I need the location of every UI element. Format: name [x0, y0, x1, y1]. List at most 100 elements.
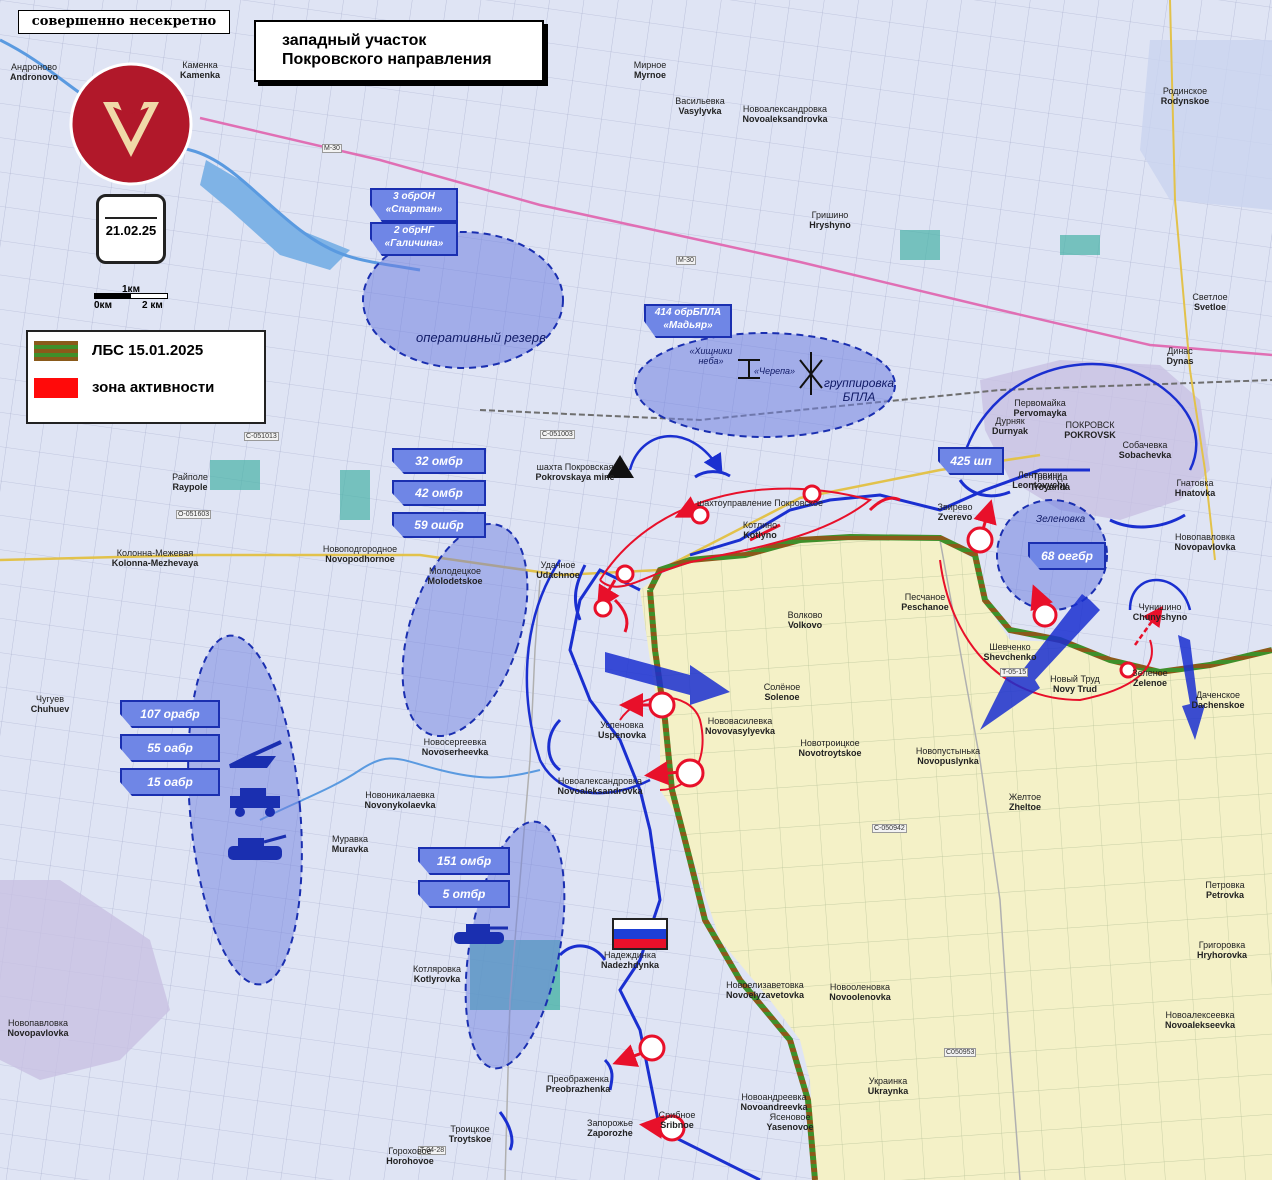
place-label[interactable]: Котляровка Kotlyrovka [413, 964, 461, 984]
place-label[interactable]: Песчаное Peschanoe [901, 592, 949, 612]
place-label[interactable]: Троицкое Troytskoe [449, 1124, 492, 1144]
unit-414-obrbpla[interactable]: 414 обрБПЛА «Мадьяр» [644, 304, 732, 338]
place-name-en: Novovasylyevka [704, 726, 776, 736]
place-label[interactable]: Райполе Raypole [172, 472, 208, 492]
place-label[interactable]: Новоандреевка Novoandreevka [740, 1092, 807, 1112]
place-name-en: Uspenovka [597, 730, 647, 740]
place-label[interactable]: Новоподгородное Novopodhornoe [323, 544, 397, 564]
place-name-ru: шахта Покровская [536, 462, 614, 472]
unit-68-oegbr[interactable]: 68 оегбр [1028, 542, 1106, 570]
place-label[interactable]: Нововасилевка Novovasylyevka [705, 716, 775, 736]
unit-2-obrng[interactable]: 2 обрНГ «Галичина» [370, 222, 458, 256]
unit-3-obron[interactable]: 3 обрОН «Спартан» [370, 188, 458, 222]
place-label[interactable]: Динас Dynas [1166, 346, 1193, 366]
place-name-en: Novoserheevka [421, 747, 489, 757]
place-label[interactable]: шахтоуправление Покровское [697, 498, 823, 508]
place-label[interactable]: Андроново Andronovo [10, 62, 58, 82]
place-label[interactable]: Гришино Hryshyno [809, 210, 851, 230]
place-name-ru: Даченское [1195, 690, 1241, 700]
place-name-en: Preobrazhenka [545, 1084, 611, 1094]
place-name-ru: Новоалексеевка [1165, 1010, 1235, 1020]
place-label[interactable]: Каменка Kamenka [180, 60, 220, 80]
place-label[interactable]: Новый Труд Novy Trud [1050, 674, 1100, 694]
place-label[interactable]: Мирное Myrnoe [634, 60, 667, 80]
place-name-ru: Котляровка [412, 964, 462, 974]
place-label[interactable]: Звирево Zverevo [938, 502, 973, 522]
place-label[interactable]: Молодецкое Molodetskoe [427, 566, 482, 586]
road-label: T-05-15 [1000, 668, 1029, 677]
unit-107-orabr[interactable]: 107 орабр [120, 700, 220, 728]
legend-activity: зона активности [34, 378, 214, 398]
place-label[interactable]: Новопустынька Novopuslynka [916, 746, 980, 766]
place-label[interactable]: Чугуев Chuhuev [31, 694, 70, 714]
place-label[interactable]: Новоникалаевка Novonykolaevka [364, 790, 435, 810]
place-label[interactable]: Троянда Troyanda [1030, 472, 1070, 492]
unit-42-ombr[interactable]: 42 омбр [392, 480, 486, 506]
place-label[interactable]: Васильевка Vasylyvka [675, 96, 724, 116]
place-label[interactable]: Надеждинка Nadezhdynka [601, 950, 659, 970]
place-name-en: Ukraynka [867, 1086, 909, 1096]
place-name-ru: Родинское [1162, 86, 1208, 96]
place-name-en: Andronovo [10, 72, 58, 82]
place-label[interactable]: Колонна-Межевая Kolonna-Mezhevaya [112, 548, 199, 568]
place-label[interactable]: Первомайка Pervomayka [1013, 398, 1066, 418]
place-name-en: Dachenskoe [1191, 700, 1245, 710]
place-label[interactable]: Преображенка Preobrazhenka [546, 1074, 611, 1094]
place-label[interactable]: Желтое Zheltoe [1009, 792, 1041, 812]
unit-425-shp[interactable]: 425 шп [938, 447, 1004, 475]
unit-151-ombr[interactable]: 151 омбр [418, 847, 510, 875]
place-name-ru: Новооленовка [829, 982, 891, 992]
place-name-en: Molodetskoe [427, 576, 483, 586]
unit-32-ombr[interactable]: 32 омбр [392, 448, 486, 474]
place-name-ru: Песчаное [904, 592, 946, 602]
place-label[interactable]: Новопавловка Novopavlovka [7, 1018, 68, 1038]
place-name-en: Zaporozhe [587, 1128, 633, 1138]
place-label[interactable]: Новоалександровка Novoaleksandrovka [742, 104, 827, 124]
road-label: C-051013 [244, 432, 279, 441]
place-label[interactable]: Котлино Kotlyno [743, 520, 777, 540]
place-label[interactable]: Петровка Petrovka [1205, 880, 1244, 900]
place-label[interactable]: Новотроицкое Novotroytskoe [798, 738, 861, 758]
map-canvas[interactable]: совершенно несекретно западный участок П… [0, 0, 1272, 1180]
unit-59-oshbr[interactable]: 59 ошбр [392, 512, 486, 538]
place-label[interactable]: Светлое Svetloe [1192, 292, 1227, 312]
place-label[interactable]: Успеновка Uspenovka [598, 720, 646, 740]
place-label[interactable]: Удачное Udachnoe [536, 560, 580, 580]
place-label[interactable]: Шевченко Shevchenko [983, 642, 1036, 662]
place-label[interactable]: Новоалексеевка Novoalekseevka [1165, 1010, 1235, 1030]
place-label[interactable]: Гороховое Horohovoe [386, 1146, 434, 1166]
unit-15-oabr[interactable]: 15 оабр [120, 768, 220, 796]
place-name-ru: Зеленое [1132, 668, 1168, 678]
place-label[interactable]: Григоровка Hryhorovka [1197, 940, 1247, 960]
place-label[interactable]: Ясеновое Yasenovoe [766, 1112, 813, 1132]
place-label[interactable]: Новоалександровка Novoaleksandrovka [557, 776, 642, 796]
place-name-ru: Муравка [332, 834, 368, 844]
place-name-en: Kolonna-Mezhevaya [111, 558, 199, 568]
place-label[interactable]: Гнатовка Hnatovka [1175, 478, 1216, 498]
place-label[interactable]: Муравка Muravka [332, 834, 369, 854]
place-label[interactable]: Срибное Sribnoe [659, 1110, 696, 1130]
place-label[interactable]: Чунишино Chunyshyno [1133, 602, 1188, 622]
unit-5-otbr[interactable]: 5 отбр [418, 880, 510, 908]
place-label[interactable]: Новооленовка Novoolenovka [829, 982, 891, 1002]
place-label[interactable]: Дурняк Durnyak [992, 416, 1028, 436]
scale-0km: 0км [94, 300, 112, 311]
place-label[interactable]: Украинка Ukraynka [868, 1076, 909, 1096]
place-label[interactable]: Новосергеевка Novoserheevka [422, 737, 489, 757]
place-label[interactable]: Даченское Dachenskoe [1191, 690, 1244, 710]
place-name-ru: Ясеновое [769, 1112, 811, 1122]
unit-55-oabr[interactable]: 55 оабр [120, 734, 220, 762]
place-label[interactable]: Солёное Solenoe [764, 682, 801, 702]
place-label[interactable]: ПОКРОВСК POKROVSK [1064, 420, 1116, 440]
place-label[interactable]: Волково Volkovo [788, 610, 823, 630]
place-label[interactable]: Новоелизаветовка Novoelyzavetovka [726, 980, 804, 1000]
place-name-ru: Желтое [1008, 792, 1042, 802]
place-label[interactable]: Новопавловка Novopavlovka [1174, 532, 1235, 552]
place-label[interactable]: Собачевка Sobachevka [1119, 440, 1172, 460]
zone-cherepa-label: «Черепа» [754, 366, 796, 376]
place-label[interactable]: Запорожье Zaporozhe [587, 1118, 633, 1138]
place-label[interactable]: шахта Покровская Pokrovskaya mine [535, 462, 614, 482]
place-label[interactable]: Зеленое Zelenoe [1132, 668, 1167, 688]
place-label[interactable]: Родинское Rodynskoe [1161, 86, 1210, 106]
place-name-en: Chuhuev [30, 704, 70, 714]
